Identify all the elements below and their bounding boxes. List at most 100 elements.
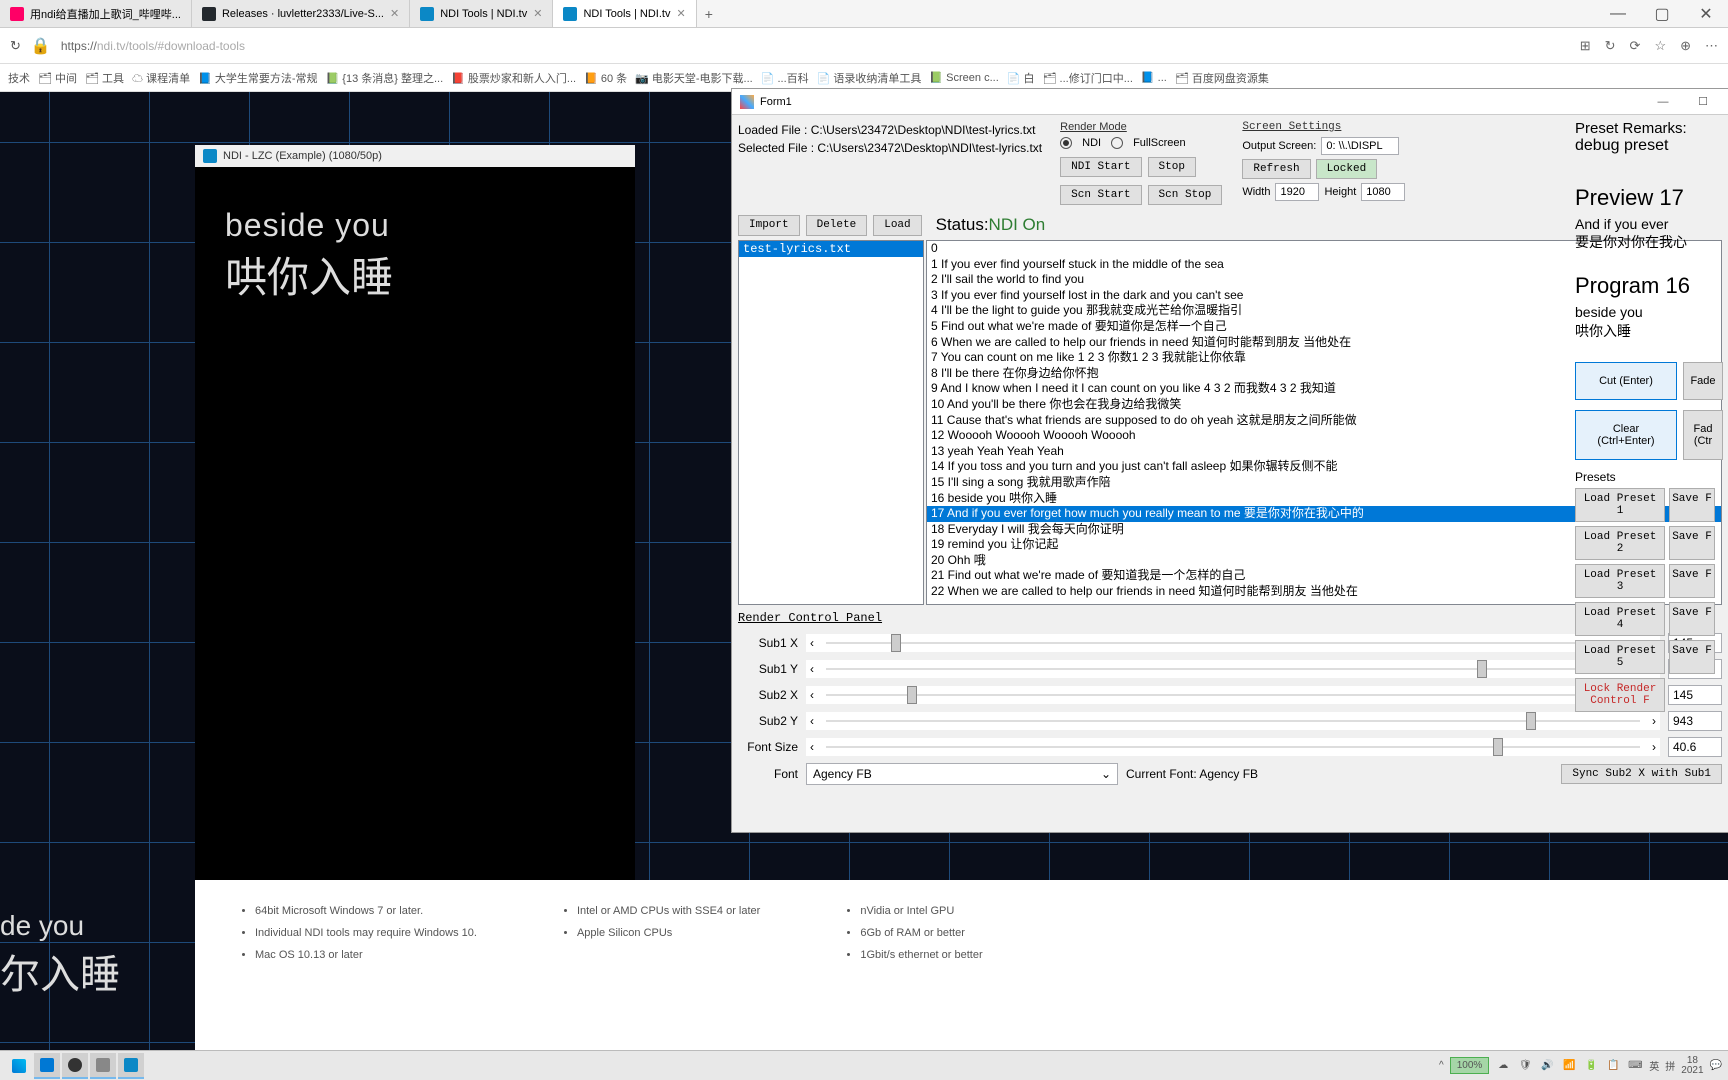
locked-button[interactable]: Locked [1316, 159, 1378, 179]
save-preset-button[interactable]: Save F [1669, 488, 1715, 522]
bookmark-item[interactable]: 🗂 ...修订门口中... [1043, 70, 1133, 86]
right-panel: Preset Remarks: debug preset Preview 17 … [1575, 120, 1728, 716]
output-screen-dropdown[interactable]: 0: \\.\DISPL [1321, 137, 1399, 155]
bookmark-item[interactable]: 📷 电影天堂-电影下载... [635, 70, 753, 86]
tray-icon[interactable]: 📶 [1561, 1058, 1577, 1074]
tray-icon[interactable]: ☁ [1495, 1058, 1511, 1074]
addr-icon[interactable]: ⊞ [1580, 38, 1591, 54]
bookmark-item[interactable]: 📄 白 [1007, 70, 1035, 86]
tab-3[interactable]: NDI Tools | NDI.tv✕ [553, 0, 696, 27]
addr-icon[interactable]: ☆ [1654, 38, 1666, 54]
save-preset-button[interactable]: Save F [1669, 564, 1715, 598]
lock-render-button[interactable]: Lock Render Control F [1575, 678, 1665, 712]
taskbar-app1[interactable] [90, 1053, 116, 1079]
load-preset-button[interactable]: Load Preset 5 [1575, 640, 1665, 674]
ndi-radio[interactable] [1060, 137, 1072, 149]
close-icon[interactable]: ✕ [390, 7, 399, 20]
url-field[interactable]: https://ndi.tv/tools/#download-tools [61, 39, 1570, 53]
fullscreen-radio[interactable] [1111, 137, 1123, 149]
preset-remarks-v: debug preset [1575, 137, 1728, 155]
ndi-start-button[interactable]: NDI Start [1060, 157, 1141, 177]
tray-ime2[interactable]: 拼 [1665, 1058, 1675, 1073]
cut-button[interactable]: Cut (Enter) [1575, 362, 1677, 400]
start-button[interactable] [6, 1053, 32, 1079]
save-preset-button[interactable]: Save F [1669, 602, 1715, 636]
slider[interactable] [806, 686, 1660, 704]
import-button[interactable]: Import [738, 215, 800, 236]
taskbar-edge[interactable] [34, 1053, 60, 1079]
scn-start-button[interactable]: Scn Start [1060, 185, 1141, 205]
slider-label: Sub2 Y [738, 714, 798, 728]
addr-icon[interactable]: ⊕ [1680, 38, 1691, 54]
taskbar-obs[interactable] [62, 1053, 88, 1079]
bookmark-item[interactable]: 🗂 百度网盘资源集 [1175, 70, 1269, 86]
bookmark-item[interactable]: 📘 ... [1141, 71, 1167, 84]
form1-titlebar[interactable]: Form1 — ☐ [732, 89, 1728, 115]
bookmark-item[interactable]: 📘 大学生常要方法-常规 [198, 70, 317, 86]
taskbar-ndi[interactable] [118, 1053, 144, 1079]
zoom-badge[interactable]: 100% [1450, 1057, 1490, 1074]
tray-time[interactable]: 18 2021 [1681, 1056, 1703, 1076]
new-tab-button[interactable]: + [697, 6, 721, 22]
refresh-button[interactable]: Refresh [1242, 159, 1310, 179]
tray-icon[interactable]: 🛡 [1517, 1058, 1533, 1074]
load-preset-button[interactable]: Load Preset 1 [1575, 488, 1665, 522]
load-button[interactable]: Load [873, 215, 921, 236]
tab-0[interactable]: 用ndi给直播加上歌词_哔哩哔... [0, 0, 192, 27]
sync-button[interactable]: Sync Sub2 X with Sub1 [1561, 764, 1722, 784]
height-input[interactable]: 1080 [1361, 183, 1405, 201]
delete-button[interactable]: Delete [806, 215, 868, 236]
bookmark-item[interactable]: 📕 股票炒家和新人入门... [451, 70, 576, 86]
bookmark-item[interactable]: 📗 Screen c... [929, 71, 998, 84]
load-preset-button[interactable]: Load Preset 2 [1575, 526, 1665, 560]
tray-icon[interactable]: ⌨ [1627, 1058, 1643, 1074]
bookmark-item[interactable]: 📗 {13 条消息} 整理之... [326, 70, 444, 86]
load-preset-button[interactable]: Load Preset 4 [1575, 602, 1665, 636]
bookmark-item[interactable]: 🗂 中间 [38, 70, 77, 86]
tray-notifications-icon[interactable]: 💬 [1710, 1060, 1722, 1071]
form-minimize[interactable]: — [1646, 96, 1680, 108]
clear-button[interactable]: Clear (Ctrl+Enter) [1575, 410, 1677, 460]
window-minimize[interactable]: — [1596, 0, 1640, 28]
addr-icon[interactable]: ⋯ [1705, 38, 1718, 54]
reload-icon[interactable]: ↻ [10, 38, 21, 54]
width-input[interactable]: 1920 [1275, 183, 1319, 201]
preview-titlebar[interactable]: NDI - LZC (Example) (1080/50p) [195, 145, 635, 167]
tray-icon[interactable]: 🔋 [1583, 1058, 1599, 1074]
file-list[interactable]: test-lyrics.txt [738, 240, 924, 605]
site-lock-icon[interactable]: 🔒 [31, 36, 51, 56]
stop-button[interactable]: Stop [1148, 157, 1196, 177]
scn-stop-button[interactable]: Scn Stop [1148, 185, 1223, 205]
form-maximize[interactable]: ☐ [1686, 95, 1720, 108]
close-icon[interactable]: ✕ [676, 7, 685, 20]
bookmark-item[interactable]: 📙 60 条 [584, 70, 627, 86]
load-preset-button[interactable]: Load Preset 3 [1575, 564, 1665, 598]
slider[interactable] [806, 738, 1660, 756]
window-restore[interactable]: ▢ [1640, 0, 1684, 28]
save-preset-button[interactable]: Save F [1669, 526, 1715, 560]
tray-icon[interactable]: 🔊 [1539, 1058, 1555, 1074]
tray-chevron-icon[interactable]: ^ [1439, 1060, 1444, 1071]
window-close[interactable]: ✕ [1684, 0, 1728, 28]
tray-icon[interactable]: 📋 [1605, 1058, 1621, 1074]
tab-2[interactable]: NDI Tools | NDI.tv✕ [410, 0, 553, 27]
fad-button[interactable]: Fad (Ctr [1683, 410, 1723, 460]
bookmark-item[interactable]: 📄 ...百科 [761, 70, 809, 86]
tab-1[interactable]: Releases · luvletter2333/Live-S...✕ [192, 0, 410, 27]
fade-button[interactable]: Fade [1683, 362, 1723, 400]
save-preset-button[interactable]: Save F [1669, 640, 1715, 674]
bookmark-item[interactable]: 技术 [8, 70, 30, 86]
slider[interactable] [806, 634, 1660, 652]
slider[interactable] [806, 660, 1660, 678]
slider[interactable] [806, 712, 1660, 730]
bookmark-item[interactable]: ☁ 课程清单 [132, 70, 190, 86]
bookmark-item[interactable]: 📄 语录收纳清单工具 [817, 70, 922, 86]
tray-ime[interactable]: 英 [1649, 1058, 1659, 1073]
slider-value[interactable]: 40.6 [1668, 737, 1722, 757]
addr-icon[interactable]: ↻ [1605, 38, 1616, 54]
close-icon[interactable]: ✕ [533, 7, 542, 20]
file-list-item[interactable]: test-lyrics.txt [739, 241, 923, 257]
addr-icon[interactable]: ⟳ [1630, 38, 1641, 54]
bookmark-item[interactable]: 🗂 工具 [85, 70, 124, 86]
font-dropdown[interactable]: Agency FB⌄ [806, 763, 1118, 785]
